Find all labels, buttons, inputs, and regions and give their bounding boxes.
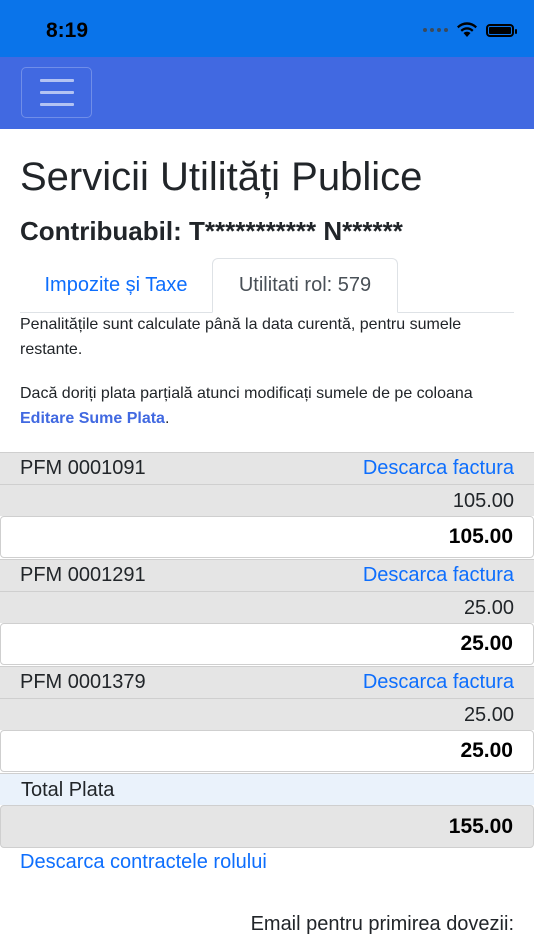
invoice-payment-amount[interactable]: 105.00 [0, 516, 534, 558]
taxpayer-name: Contribuabil: T*********** N****** [20, 216, 403, 246]
battery-icon [486, 23, 517, 37]
invoice-code: PFM 0001091 [20, 457, 146, 479]
tab-taxes[interactable]: Impozite și Taxe [20, 258, 212, 312]
invoice-header-row: PFM 0001379 Descarca factura [0, 666, 534, 699]
hamburger-icon-bar [39, 103, 74, 106]
partial-payment-note: Dacă doriți plata parțială atunci modifi… [20, 385, 473, 427]
email-label: Email pentru primirea dovezii: [250, 913, 514, 935]
invoice-amount: 105.00 [0, 484, 534, 516]
status-time: 8:19 [46, 19, 89, 42]
invoice-header-row: PFM 0001291 Descarca factura [0, 559, 534, 592]
page-title: Servicii Utilități Publice [20, 155, 423, 199]
invoice-header-row: PFM 0001091 Descarca factura [0, 452, 534, 485]
navbar [0, 57, 534, 129]
download-invoice-link[interactable]: Descarca factura [363, 671, 514, 694]
status-icons [423, 22, 517, 38]
invoice-payment-amount[interactable]: 25.00 [0, 730, 534, 772]
invoice-code: PFM 0001379 [20, 671, 146, 693]
edit-amounts-label: Editare Sume Plata [20, 410, 165, 427]
tab-utilities[interactable]: Utilitati rol: 579 [212, 258, 398, 313]
total-payment-label: Total Plata [0, 773, 534, 805]
hamburger-icon-bar [39, 91, 74, 94]
tab-bar: Impozite și Taxe Utilitati rol: 579 [20, 258, 514, 313]
hamburger-icon-bar [39, 79, 74, 82]
invoice-payment-amount[interactable]: 25.00 [0, 623, 534, 665]
menu-toggle-button[interactable] [21, 67, 92, 118]
download-contracts-link[interactable]: Descarca contractele rolului [20, 851, 267, 874]
total-payment-value: 155.00 [0, 805, 534, 848]
download-invoice-link[interactable]: Descarca factura [363, 564, 514, 587]
invoice-amount: 25.00 [0, 591, 534, 623]
download-invoice-link[interactable]: Descarca factura [363, 457, 514, 480]
status-bar: 8:19 [0, 0, 534, 57]
penalties-note: Penalitățile sunt calculate până la data… [20, 316, 462, 358]
signal-icon [423, 28, 448, 32]
invoice-code: PFM 0001291 [20, 564, 146, 586]
invoice-amount: 25.00 [0, 698, 534, 730]
wifi-icon [457, 22, 477, 37]
